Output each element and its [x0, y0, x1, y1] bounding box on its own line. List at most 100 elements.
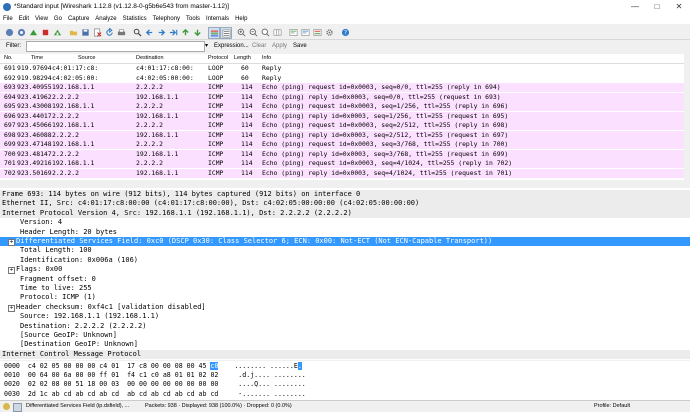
expand-plus-icon[interactable]: + — [8, 267, 15, 275]
detail-row[interactable]: Header Length: 20 bytes — [0, 228, 690, 237]
coloring-rules-icon[interactable] — [312, 27, 322, 37]
packet-row[interactable]: 693 923.40955 192.168.1.1 2.2.2.2 ICMP 114 Ech… — [0, 83, 684, 92]
detail-row[interactable]: + Flags: 0x00 — [0, 265, 690, 275]
last-packet-icon[interactable] — [192, 27, 202, 37]
expression-button[interactable]: Expression... — [214, 43, 249, 49]
detail-row[interactable]: [Destination GeoIP: Unknown] — [0, 340, 690, 349]
minimize-icon[interactable]: — — [624, 0, 646, 14]
packet-row[interactable]: 698 923.46088 2.2.2.2 192.168.1.1 ICMP 114 Ech… — [0, 130, 684, 140]
packet-list[interactable]: No. Time Source Destination Protocol Len… — [0, 54, 684, 180]
menu-help[interactable]: Help — [232, 14, 250, 24]
hex-row[interactable]: 0000 c4 02 05 00 00 00 c4 01 17 c8 00 00… — [4, 362, 302, 371]
column-header-info[interactable]: Info — [262, 55, 271, 61]
auto-scroll-icon[interactable] — [220, 27, 232, 39]
detail-row[interactable]: +Internet Control Message Protocol — [0, 349, 690, 360]
filter-dropdown-chevron-down-icon[interactable]: ▾ — [202, 41, 211, 52]
restart-capture-icon[interactable] — [52, 27, 62, 37]
menu-capture[interactable]: Capture — [65, 14, 92, 24]
normal-size-icon[interactable] — [260, 27, 270, 37]
reload-icon[interactable] — [104, 27, 114, 37]
print-icon[interactable] — [116, 27, 126, 37]
zoom-in-icon[interactable] — [236, 27, 246, 37]
status-profile[interactable]: Profile: Default — [594, 403, 630, 409]
expand-plus-icon[interactable]: + — [8, 239, 15, 246]
close-icon[interactable]: ✕ — [668, 0, 690, 14]
column-header-no[interactable]: No. — [4, 55, 13, 61]
menu-file[interactable]: File — [0, 14, 16, 24]
maximize-icon[interactable]: □ — [646, 0, 668, 14]
packet-row[interactable]: 691 919.97694 c4:01:17:c8: c4:01:17:c8:00: L… — [0, 64, 684, 73]
go-to-packet-icon[interactable] — [168, 27, 178, 37]
packet-row[interactable]: 692 919.98294 c4:02:05:00: c4:02:05:00:00: L… — [0, 73, 684, 83]
hex-row[interactable]: 0020 02 02 08 00 51 18 00 03 00 00 00 00… — [4, 380, 306, 389]
packet-details-tree[interactable]: + Frame 693: 114 bytes on wire (912 bits)… — [0, 188, 690, 360]
expand-plus-icon[interactable]: + — [8, 304, 15, 312]
apply-button[interactable]: Apply — [272, 43, 287, 49]
open-file-icon[interactable] — [68, 27, 78, 37]
detail-row[interactable]: Protocol: ICMP (1) — [0, 293, 690, 302]
packet-row[interactable]: 699 923.47148 192.168.1.1 2.2.2.2 ICMP 114 Ech… — [0, 140, 684, 149]
save-file-icon[interactable] — [80, 27, 90, 37]
packet-list-scrollbar[interactable] — [684, 54, 690, 180]
packet-row[interactable]: 695 923.43008 192.168.1.1 2.2.2.2 ICMP 114 Ech… — [0, 102, 684, 111]
detail-row[interactable]: +Frame 693: 114 bytes on wire (912 bits)… — [0, 190, 690, 200]
save-filter-button[interactable]: Save — [293, 43, 307, 49]
menu-telephony[interactable]: Telephony — [150, 14, 183, 24]
menu-statistics[interactable]: Statistics — [120, 14, 150, 24]
menu-edit[interactable]: Edit — [16, 14, 32, 24]
go-back-icon[interactable] — [144, 27, 154, 37]
display-filter-input[interactable] — [26, 41, 205, 52]
preferences-icon[interactable] — [324, 27, 334, 37]
packet-row[interactable]: 697 923.45066 192.168.1.1 2.2.2.2 ICMP 114 Ech… — [0, 121, 684, 130]
clear-button[interactable]: Clear — [252, 43, 266, 49]
start-capture-icon[interactable] — [28, 27, 38, 37]
column-header-length[interactable]: Length — [234, 55, 251, 61]
find-packet-icon[interactable] — [132, 27, 142, 37]
detail-row[interactable]: +Ethernet II, Src: c4:01:17:c8:00:00 (c4… — [0, 199, 690, 209]
detail-row[interactable]: -Internet Protocol Version 4, Src: 192.1… — [0, 208, 690, 219]
detail-row[interactable]: Fragment offset: 0 — [0, 275, 690, 284]
packet-row[interactable]: 696 923.44017 2.2.2.2 192.168.1.1 ICMP 114 Ech… — [0, 111, 684, 121]
first-packet-icon[interactable] — [180, 27, 190, 37]
go-forward-icon[interactable] — [156, 27, 166, 37]
menu-analyze[interactable]: Analyze — [92, 14, 119, 24]
detail-row-selected[interactable]: + Differentiated Services Field: 0xc0 (DS… — [0, 237, 690, 247]
packet-row[interactable]: 702 923.50169 2.2.2.2 192.168.1.1 ICMP 114 Ech… — [0, 168, 684, 178]
detail-row[interactable]: Identification: 0x006a (106) — [0, 256, 690, 265]
close-file-icon[interactable] — [92, 27, 102, 37]
help-icon[interactable]: ? — [340, 27, 350, 37]
detail-row[interactable]: Total Length: 100 — [0, 246, 690, 255]
menu-view[interactable]: View — [32, 14, 51, 24]
stop-capture-icon[interactable] — [40, 27, 50, 37]
capture-options-icon[interactable] — [16, 27, 26, 37]
detail-row[interactable]: Destination: 2.2.2.2 (2.2.2.2) — [0, 322, 690, 331]
packet-bytes-pane[interactable]: 0000 c4 02 05 00 00 00 c4 01 17 c8 00 00… — [0, 361, 690, 400]
packet-row[interactable]: 700 923.48147 2.2.2.2 192.168.1.1 ICMP 114 Ech… — [0, 149, 684, 159]
detail-row[interactable]: [Source GeoIP: Unknown] — [0, 331, 690, 340]
colorize-icon[interactable] — [208, 27, 220, 39]
hex-ascii: ....Q... ........ — [230, 380, 306, 389]
column-header-source[interactable]: Source — [78, 55, 95, 61]
packet-row[interactable]: 694 923.41962 2.2.2.2 192.168.1.1 ICMP 114 Ech… — [0, 92, 684, 102]
hex-row[interactable]: 0010 00 64 00 6a 00 00 ff 01 f4 c1 c0 a8… — [4, 371, 306, 380]
interfaces-icon[interactable] — [4, 27, 14, 37]
column-header-protocol[interactable]: Protocol — [208, 55, 228, 61]
capture-filters-icon[interactable] — [288, 27, 298, 37]
expert-info-icon[interactable] — [3, 403, 10, 410]
packet-row[interactable]: 701 923.49216 192.168.1.1 2.2.2.2 ICMP 114 Ech… — [0, 159, 684, 168]
detail-row[interactable]: Version: 4 — [0, 218, 690, 227]
menu-internals[interactable]: Internals — [203, 14, 232, 24]
zoom-out-icon[interactable] — [248, 27, 258, 37]
packet-list-horizontal-scrollbar[interactable] — [0, 181, 690, 187]
menu-tools[interactable]: Tools — [183, 14, 203, 24]
packet-time: 923.41962 — [17, 92, 52, 101]
hex-row[interactable]: 0030 2d 1c ab cd ab cd ab cd ab cd ab cd… — [4, 390, 306, 399]
menu-go[interactable]: Go — [51, 14, 65, 24]
display-filters-icon[interactable] — [300, 27, 310, 37]
detail-row[interactable]: Source: 192.168.1.1 (192.168.1.1) — [0, 312, 690, 321]
detail-row[interactable]: Time to live: 255 — [0, 284, 690, 293]
column-header-destination[interactable]: Destination — [136, 55, 164, 61]
column-header-time[interactable]: Time — [31, 55, 43, 61]
resize-columns-icon[interactable] — [272, 27, 282, 37]
detail-row[interactable]: + Header checksum: 0xf4c1 [validation dis… — [0, 303, 690, 312]
